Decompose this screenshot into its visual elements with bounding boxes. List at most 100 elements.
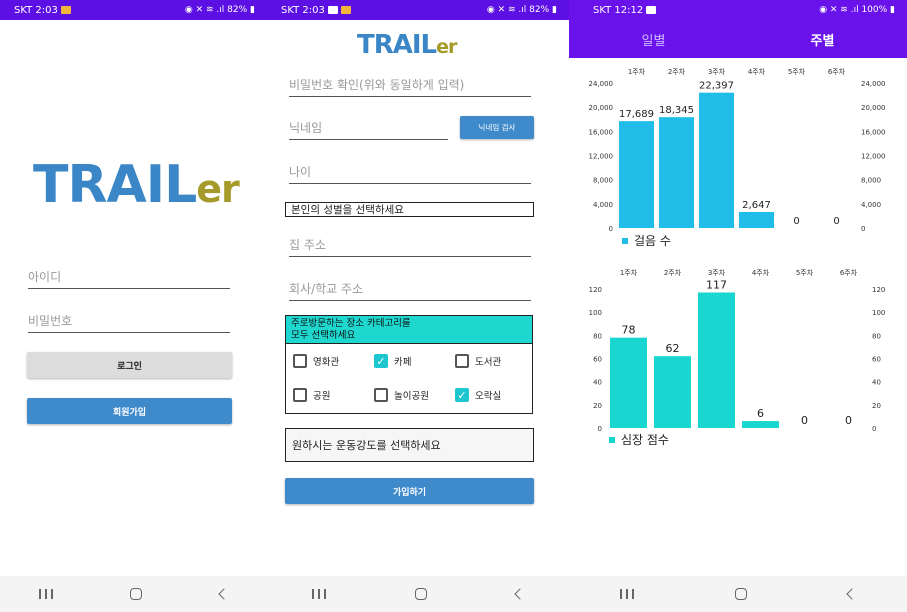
app-logo: TRAILer (33, 155, 240, 215)
y-tick-label-left: 20 (593, 402, 602, 410)
checkbox-icon[interactable] (455, 354, 469, 368)
nickname-check-button[interactable]: 닉네임 검사 (460, 116, 534, 139)
category-checkbox[interactable]: 도서관 (455, 354, 501, 368)
signal-icon: ◉ ✕ ≋ .ıl (184, 5, 228, 15)
category-checkbox[interactable]: ✓ 오락실 (455, 388, 501, 402)
nickname-input[interactable]: 닉네임 (289, 119, 448, 140)
join-button[interactable]: 가입하기 (285, 478, 534, 504)
tab-weekly[interactable]: 주별 (738, 20, 907, 58)
category-checkbox[interactable]: ✓ 카페 (374, 354, 411, 368)
recent-apps-icon[interactable] (311, 589, 326, 599)
bar (659, 117, 694, 228)
notification-icon (340, 5, 351, 14)
home-icon[interactable] (734, 588, 747, 600)
age-input[interactable]: 나이 (289, 163, 531, 184)
steps-chart: 0 0 4,000 4,000 8,000 8,000 12,000 12,000 16,000… (589, 67, 886, 233)
checkbox-icon[interactable] (293, 388, 307, 402)
y-tick-label-right: 0 (872, 425, 876, 433)
home-icon[interactable] (130, 588, 143, 600)
tab-daily[interactable]: 일별 (569, 20, 738, 58)
bar (654, 356, 691, 428)
y-tick-label-right: 0 (861, 225, 865, 233)
legend-label: 걸음 수 (634, 234, 671, 248)
login-button[interactable]: 로그인 (27, 352, 232, 378)
checkbox-checked-icon[interactable]: ✓ (374, 354, 388, 368)
back-icon[interactable] (514, 588, 526, 600)
status-time: SKT 12:12 (593, 4, 644, 16)
y-tick-label-right: 20,000 (861, 104, 886, 112)
back-icon[interactable] (218, 588, 230, 600)
id-input[interactable]: 아이디 (28, 268, 230, 289)
screenshot-collage: SKT 2:03 ◉ ✕ ≋ .ıl 82% ▮ TRAILer 아이디 비밀번… (0, 0, 907, 612)
status-time: SKT 2:03 (14, 4, 58, 16)
y-tick-label-left: 8,000 (593, 177, 613, 185)
bar-value-label: 78 (622, 324, 636, 337)
checkbox-checked-icon[interactable]: ✓ (455, 388, 469, 402)
status-bar: SKT 2:03 ◉ ✕ ≋ .ıl 82% ▮ (267, 0, 569, 20)
y-tick-label-left: 0 (598, 425, 602, 433)
x-tick-label: 6주차 (828, 67, 846, 76)
checkbox-icon[interactable] (374, 388, 388, 402)
bar (698, 292, 735, 428)
signup-button[interactable]: 회원가입 (27, 398, 232, 424)
battery-level: 82% (529, 5, 550, 15)
bar (742, 421, 779, 428)
system-nav-bar (569, 576, 907, 612)
x-tick-label: 4주차 (752, 268, 770, 277)
message-icon (327, 5, 338, 14)
y-tick-label-left: 4,000 (593, 201, 613, 209)
y-tick-label-right: 60 (872, 356, 881, 364)
y-tick-label-left: 120 (589, 286, 602, 294)
login-screen: SKT 2:03 ◉ ✕ ≋ .ıl 82% ▮ TRAILer 아이디 비밀번… (0, 0, 267, 612)
gender-select[interactable]: 본인의 성별을 선택하세요 (285, 202, 534, 217)
bar-value-label: 0 (845, 414, 852, 427)
category-checkbox[interactable]: 놀이공원 (374, 388, 429, 402)
bar (739, 212, 774, 228)
y-tick-label-right: 120 (872, 286, 885, 294)
x-tick-label: 2주차 (668, 67, 686, 76)
intensity-select[interactable]: 원하시는 운동강도를 선택하세요 (285, 428, 534, 462)
category-checkbox[interactable]: 공원 (293, 388, 330, 402)
bar-value-label: 117 (706, 278, 727, 291)
y-tick-label-left: 16,000 (589, 128, 614, 136)
battery-level: 82% (227, 5, 248, 15)
home-address-input[interactable]: 집 주소 (289, 236, 531, 257)
weekly-stats-screen: SKT 12:12 ◉ ✕ ≋ .ıl 100% ▮ 일별 주별 0 0 4,000… (569, 0, 907, 612)
heart-points-chart: 0 020 2040 4060 6080 80100 100120 1201주차 2주차 3주차 4… (589, 268, 886, 433)
status-bar: SKT 2:03 ◉ ✕ ≋ .ıl 82% ▮ (0, 0, 267, 20)
home-icon[interactable] (414, 588, 427, 600)
x-tick-label: 3주차 (708, 268, 726, 277)
bar-value-label: 6 (757, 407, 764, 420)
y-tick-label-left: 12,000 (589, 153, 614, 161)
password-confirm-input[interactable]: 비밀번호 확인(위와 동일하게 입력) (289, 76, 531, 97)
bar-value-label: 2,647 (742, 200, 771, 211)
x-tick-label: 3주차 (708, 67, 726, 76)
status-bar: SKT 12:12 ◉ ✕ ≋ .ıl 100% ▮ (569, 0, 907, 20)
battery-icon: ▮ (887, 5, 895, 15)
recent-apps-icon[interactable] (619, 589, 634, 599)
signal-icon: ◉ ✕ ≋ .ıl (486, 5, 530, 15)
x-tick-label: 5주차 (788, 67, 806, 76)
bar-value-label: 0 (801, 414, 808, 427)
bar (619, 121, 654, 228)
legend-swatch (622, 237, 628, 244)
battery-icon: ▮ (247, 5, 255, 15)
y-tick-label-right: 100 (872, 309, 885, 317)
app-logo: TRAILer (357, 30, 457, 60)
work-address-input[interactable]: 회사/학교 주소 (289, 280, 531, 301)
checkbox-icon[interactable] (293, 354, 307, 368)
recent-apps-icon[interactable] (38, 589, 53, 599)
legend-swatch (609, 436, 615, 443)
bar-value-label: 18,345 (659, 105, 694, 116)
y-tick-label-left: 24,000 (589, 80, 614, 88)
y-tick-label-right: 4,000 (861, 201, 881, 209)
y-tick-label-left: 0 (609, 225, 613, 233)
y-tick-label-left: 40 (593, 379, 602, 387)
category-header: 주로방문하는 장소 카테고리를 모두 선택하세요 (286, 316, 532, 344)
category-checkbox[interactable]: 영화관 (293, 354, 339, 368)
back-icon[interactable] (846, 588, 858, 600)
bar-value-label: 17,689 (619, 109, 654, 120)
x-tick-label: 6주차 (840, 268, 858, 277)
heart-legend: 심장 점수 (609, 431, 669, 448)
password-input[interactable]: 비밀번호 (28, 312, 230, 333)
